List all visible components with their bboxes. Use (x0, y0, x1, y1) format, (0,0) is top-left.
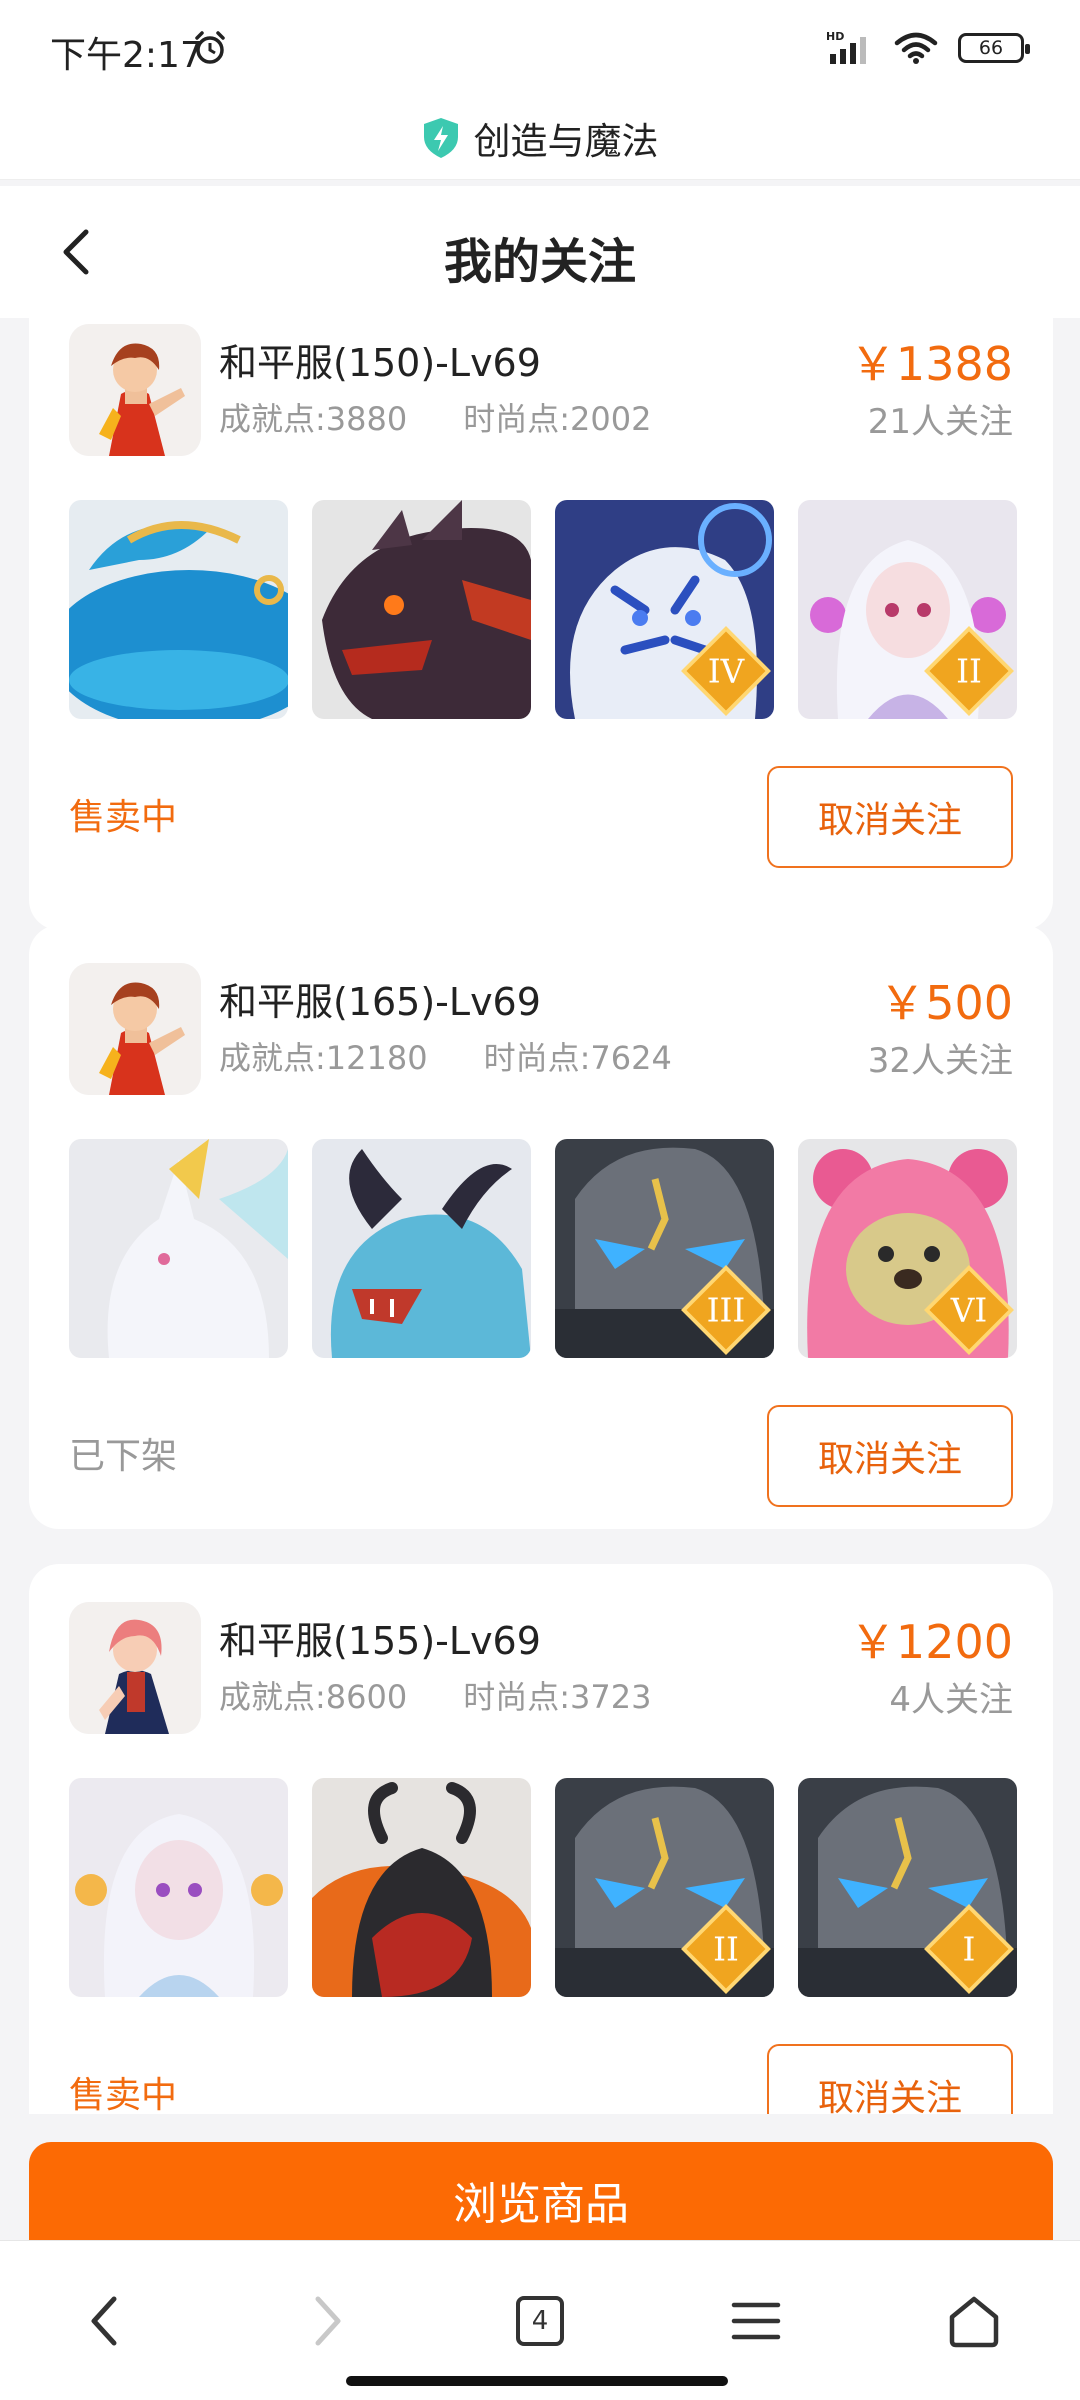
status-time: 下午2:17 (50, 35, 203, 76)
achievement-points: 成就点:3880 (219, 400, 408, 438)
character-avatar (69, 324, 201, 456)
achievement-points: 成就点:8600 (219, 1678, 408, 1716)
character-avatar (69, 1602, 201, 1734)
battery-level: 66 (978, 37, 1004, 59)
level-badge: VI (924, 1265, 1014, 1355)
wifi-icon (894, 32, 938, 64)
thumb-white-fox[interactable] (69, 1139, 288, 1358)
pet-thumbnails: II I (69, 1778, 1017, 1997)
fashion-points: 时尚点:2002 (463, 400, 652, 438)
item-title: 和平服(155)-Lv69 (219, 1619, 541, 1663)
browse-products-button[interactable]: 浏览商品 (29, 2142, 1053, 2242)
home-icon (949, 2296, 999, 2348)
thumb-pink-bear[interactable]: VI (798, 1139, 1017, 1358)
browser-home-button[interactable] (934, 2281, 1014, 2361)
item-stats: 成就点:8600 时尚点:3723 (219, 1672, 651, 1718)
sale-status: 已下架 (69, 1436, 178, 1477)
level-badge: I (924, 1904, 1014, 1994)
character-avatar (69, 963, 201, 1095)
level-badge-text: I (963, 1931, 976, 1969)
thumb-black-goat-beast[interactable] (312, 1778, 531, 1997)
followed-items-list[interactable]: 和平服(150)-Lv69 成就点:3880 时尚点:2002 ￥1388 21人… (0, 318, 1080, 2114)
item-stats: 成就点:12180 时尚点:7624 (219, 1033, 672, 1079)
level-badge: III (681, 1265, 771, 1355)
item-title: 和平服(165)-Lv69 (219, 980, 541, 1024)
fashion-points: 时尚点:7624 (483, 1039, 672, 1077)
browser-back-icon (91, 2296, 117, 2346)
browser-forward-icon (315, 2296, 341, 2346)
site-name: 创造与魔法 (473, 119, 659, 163)
browser-forward-button[interactable] (286, 2281, 366, 2361)
item-stats: 成就点:3880 时尚点:2002 (219, 394, 651, 440)
battery-icon: 66 (958, 33, 1030, 63)
item-title: 和平服(150)-Lv69 (219, 341, 541, 385)
fashion-points: 时尚点:3723 (463, 1678, 652, 1716)
followed-item-card[interactable]: 和平服(165)-Lv69 成就点:12180 时尚点:7624 ￥500 32人… (29, 925, 1053, 1529)
achievement-points: 成就点:12180 (219, 1039, 428, 1077)
followed-item-card[interactable]: 和平服(155)-Lv69 成就点:8600 时尚点:3723 ￥1200 4人关… (29, 1564, 1053, 2114)
status-bar: 下午2:17 HD 66 (0, 0, 1080, 96)
thumb-whale[interactable] (69, 500, 288, 719)
page-nav-bar: 我的关注 (0, 186, 1080, 318)
level-badge: II (924, 626, 1014, 716)
browser-back-button[interactable] (66, 2281, 146, 2361)
follower-count: 32人关注 (867, 1041, 1013, 1081)
unfollow-button[interactable]: 取消关注 (767, 766, 1013, 868)
unfollow-button[interactable]: 取消关注 (767, 2044, 1013, 2114)
menu-icon (731, 2302, 781, 2340)
status-icons: HD 66 (826, 30, 1030, 66)
sale-status: 售卖中 (69, 2075, 178, 2114)
thumb-dark-dragon[interactable] (312, 500, 531, 719)
level-badge-text: III (707, 1292, 746, 1330)
level-badge-text: II (956, 653, 982, 691)
thumb-blue-dragon[interactable] (312, 1139, 531, 1358)
thumb-stone-golem[interactable]: II (555, 1778, 774, 1997)
page-title: 我的关注 (443, 234, 636, 290)
tab-count: 4 (516, 2296, 564, 2346)
level-badge-text: IV (708, 653, 746, 691)
unfollow-button[interactable]: 取消关注 (767, 1405, 1013, 1507)
followed-item-card[interactable]: 和平服(150)-Lv69 成就点:3880 时尚点:2002 ￥1388 21人… (29, 318, 1053, 930)
level-badge-text: VI (950, 1292, 987, 1330)
level-badge-text: II (713, 1931, 739, 1969)
alarm-icon (195, 31, 225, 64)
level-badge: IV (681, 626, 771, 716)
item-price: ￥1200 (849, 1615, 1013, 1669)
network-label: HD (826, 30, 844, 43)
pet-thumbnails: III VI (69, 1139, 1017, 1358)
follower-count: 21人关注 (867, 402, 1013, 442)
browser-menu-button[interactable] (716, 2281, 796, 2361)
thumb-white-tiger[interactable]: IV (555, 500, 774, 719)
home-indicator[interactable] (346, 2376, 728, 2386)
follower-count: 4人关注 (889, 1680, 1013, 1720)
sale-status: 售卖中 (69, 797, 178, 838)
thumb-white-hair-girl[interactable]: II (798, 500, 1017, 719)
thumb-stone-golem[interactable]: I (798, 1778, 1017, 1997)
signal-icon: HD (826, 30, 866, 64)
site-header: 创造与魔法 (0, 96, 1080, 180)
level-badge: II (681, 1904, 771, 1994)
item-price: ￥500 (879, 976, 1013, 1030)
shield-icon (423, 117, 458, 158)
browser-tabs-button[interactable]: 4 (500, 2281, 580, 2361)
pet-thumbnails: IV II (69, 500, 1017, 719)
item-price: ￥1388 (849, 337, 1013, 391)
thumb-white-hair-girl[interactable] (69, 1778, 288, 1997)
thumb-stone-golem[interactable]: III (555, 1139, 774, 1358)
